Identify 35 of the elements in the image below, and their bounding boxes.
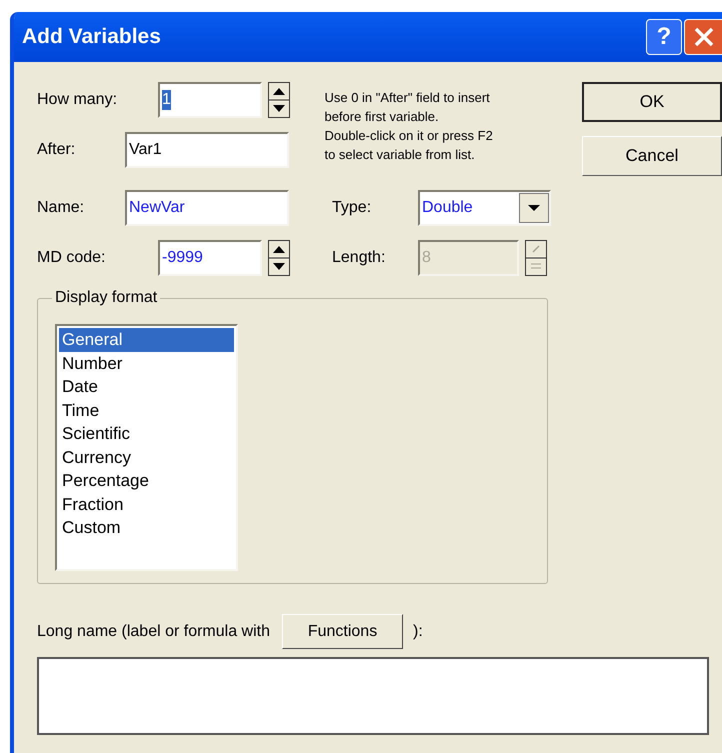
list-item[interactable]: Scientific — [59, 422, 234, 446]
list-item[interactable]: Date — [59, 375, 234, 398]
field-label: Length: — [332, 248, 386, 268]
spinner-control[interactable] — [268, 82, 290, 118]
type-dropdown[interactable]: Double — [418, 190, 551, 226]
long-name-suffix: ): — [413, 622, 423, 642]
field-label: How many: — [37, 90, 118, 110]
spinner-control[interactable] — [525, 240, 547, 276]
list-item[interactable]: Currency — [59, 446, 234, 469]
hint-text: Use 0 in "After" field to insert before first variable. Double-click on it or press F2 to select variable from list. — [324, 89, 494, 164]
dialog-button[interactable]: Cancel — [582, 136, 722, 176]
input-field[interactable]: Var1 — [125, 132, 289, 168]
list-item[interactable]: Time — [59, 398, 234, 422]
long-name-field[interactable] — [37, 657, 709, 735]
input-field[interactable]: NewVar — [125, 190, 289, 226]
field-label: Name: — [37, 198, 86, 218]
list-item[interactable]: General — [59, 328, 234, 352]
window-title: Add Variables — [22, 24, 162, 50]
spinner-control[interactable] — [268, 240, 290, 276]
group-title: Display format — [52, 288, 160, 308]
field-label: Type: — [332, 198, 372, 218]
field-label: MD code: — [37, 248, 106, 268]
dialog-button[interactable]: OK — [582, 82, 722, 122]
field-label: After: — [37, 140, 76, 160]
list-item[interactable]: Number — [59, 352, 234, 375]
input-field[interactable]: -9999 — [158, 240, 262, 276]
input-field[interactable]: 1 — [158, 82, 262, 118]
list-item[interactable]: Custom — [59, 516, 234, 540]
close-icon — [692, 26, 714, 48]
functions-button[interactable]: Functions — [282, 614, 404, 649]
long-name-label: Long name (label or formula with — [37, 622, 270, 642]
list-item[interactable]: Fraction — [59, 492, 234, 516]
help-button[interactable]: ? — [646, 19, 682, 55]
close-button[interactable] — [684, 19, 722, 55]
list-item[interactable]: Percentage — [59, 469, 234, 492]
